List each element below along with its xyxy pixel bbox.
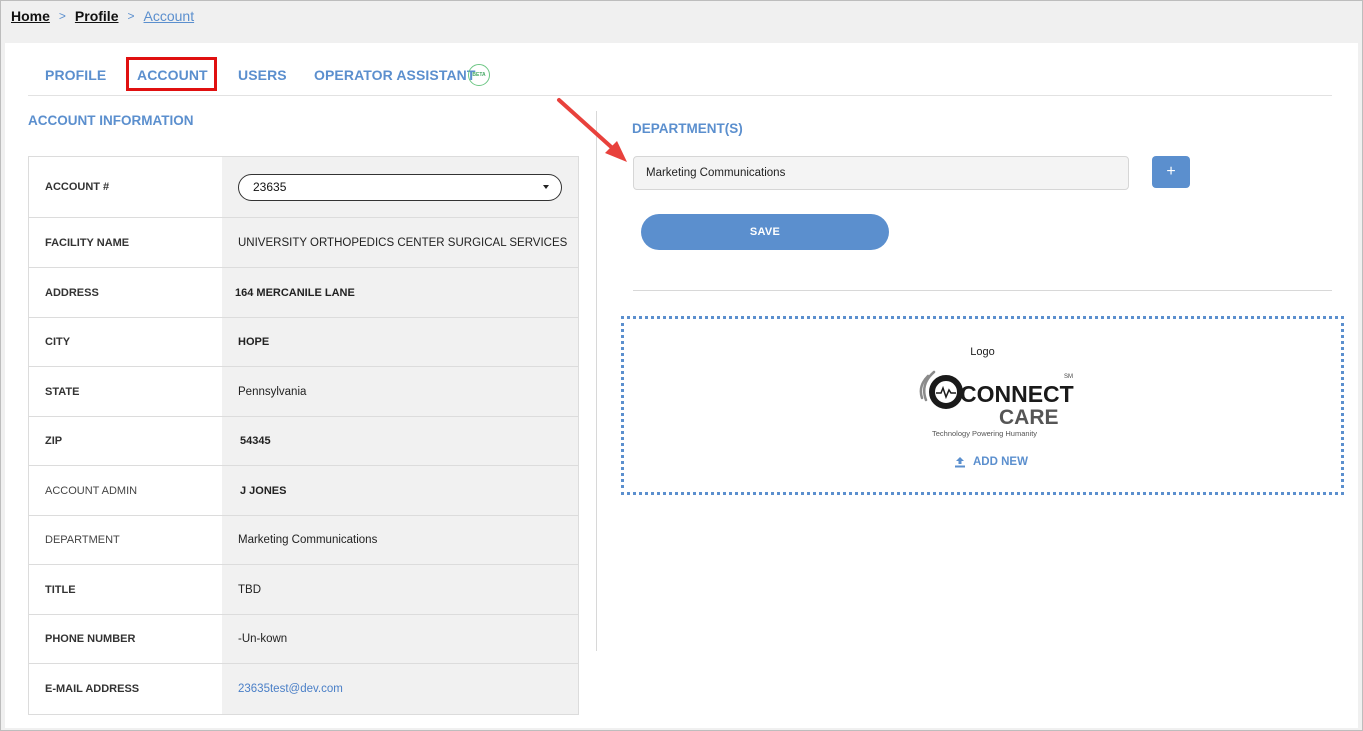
row-value: Marketing Communications <box>222 516 578 564</box>
breadcrumb: Home > Profile > Account <box>11 8 194 24</box>
row-label: PHONE NUMBER <box>29 615 222 663</box>
tab-bar: PROFILE ACCOUNT USERS OPERATOR ASSISTANT… <box>28 55 1332 96</box>
breadcrumb-profile[interactable]: Profile <box>75 8 119 24</box>
add-new-logo-button[interactable]: ADD NEW <box>954 456 1028 468</box>
account-info-table: ACCOUNT # 23635 FACILITY NAME UNIVERSITY… <box>28 156 579 715</box>
column-divider <box>596 111 597 651</box>
row-value: 23635 <box>222 157 578 217</box>
account-number-value: 23635 <box>253 180 287 194</box>
departments-title: DEPARTMENT(S) <box>632 121 743 136</box>
logo-brand-line2: CARE <box>999 406 1059 429</box>
add-department-button[interactable]: + <box>1152 156 1190 188</box>
beta-badge: BETA <box>468 64 490 86</box>
breadcrumb-separator: > <box>58 9 66 23</box>
table-row: STATE Pennsylvania <box>29 367 578 417</box>
add-new-label: ADD NEW <box>973 456 1028 468</box>
row-label: FACILITY NAME <box>29 218 222 267</box>
account-number-select[interactable]: 23635 <box>238 173 562 201</box>
breadcrumb-account[interactable]: Account <box>144 8 195 24</box>
section-divider <box>633 290 1332 291</box>
row-label: ADDRESS <box>29 268 222 317</box>
tab-profile[interactable]: PROFILE <box>45 67 106 83</box>
row-label: STATE <box>29 367 222 416</box>
row-value: Pennsylvania <box>222 367 578 416</box>
row-label: DEPARTMENT <box>29 516 222 564</box>
row-value: -Un-kown <box>222 615 578 663</box>
table-row: CITY HOPE <box>29 318 578 367</box>
row-value: 164 MERCANILE LANE <box>222 268 578 317</box>
caret-down-icon <box>543 185 549 189</box>
row-label: E-MAIL ADDRESS <box>29 664 222 714</box>
table-row: E-MAIL ADDRESS 23635test@dev.com <box>29 664 578 714</box>
row-value: UNIVERSITY ORTHOPEDICS CENTER SURGICAL S… <box>222 218 578 267</box>
tab-account[interactable]: ACCOUNT <box>137 67 208 83</box>
row-label: ACCOUNT ADMIN <box>29 466 222 515</box>
logo-tagline: Technology Powering Humanity <box>932 429 1037 438</box>
department-input[interactable]: Marketing Communications <box>633 156 1129 190</box>
logo-brand-mark: SM <box>1064 374 1073 380</box>
table-row: TITLE TBD <box>29 565 578 615</box>
tab-operator-assistant[interactable]: OPERATOR ASSISTANT <box>314 67 476 83</box>
logo-dropzone[interactable]: Logo CONNECT SM CARE Technology Powering… <box>621 316 1344 495</box>
table-row: ZIP 54345 <box>29 417 578 466</box>
email-link[interactable]: 23635test@dev.com <box>222 664 578 714</box>
tab-users[interactable]: USERS <box>238 67 287 83</box>
table-row: PHONE NUMBER -Un-kown <box>29 615 578 664</box>
breadcrumb-separator: > <box>127 9 135 23</box>
table-row: ADDRESS 164 MERCANILE LANE <box>29 268 578 318</box>
breadcrumb-home[interactable]: Home <box>11 8 50 24</box>
row-value: 54345 <box>222 417 578 465</box>
save-button[interactable]: SAVE <box>641 214 889 250</box>
table-row: ACCOUNT # 23635 <box>29 157 578 218</box>
upload-icon <box>954 456 966 468</box>
row-label: ZIP <box>29 417 222 465</box>
annotation-arrow-icon <box>557 98 627 162</box>
row-label: CITY <box>29 318 222 366</box>
row-label: TITLE <box>29 565 222 614</box>
logo-brand-line1: CONNECT <box>960 381 1074 407</box>
account-information-title: ACCOUNT INFORMATION <box>28 113 194 128</box>
row-value: J JONES <box>222 466 578 515</box>
main-panel: PROFILE ACCOUNT USERS OPERATOR ASSISTANT… <box>5 43 1358 728</box>
table-row: ACCOUNT ADMIN J JONES <box>29 466 578 516</box>
connect-care-logo: CONNECT SM CARE Technology Powering Huma… <box>919 370 1074 438</box>
row-value: HOPE <box>222 318 578 366</box>
row-label: ACCOUNT # <box>29 157 222 217</box>
logo-label: Logo <box>970 346 995 358</box>
table-row: FACILITY NAME UNIVERSITY ORTHOPEDICS CEN… <box>29 218 578 268</box>
row-value: TBD <box>222 565 578 614</box>
table-row: DEPARTMENT Marketing Communications <box>29 516 578 565</box>
